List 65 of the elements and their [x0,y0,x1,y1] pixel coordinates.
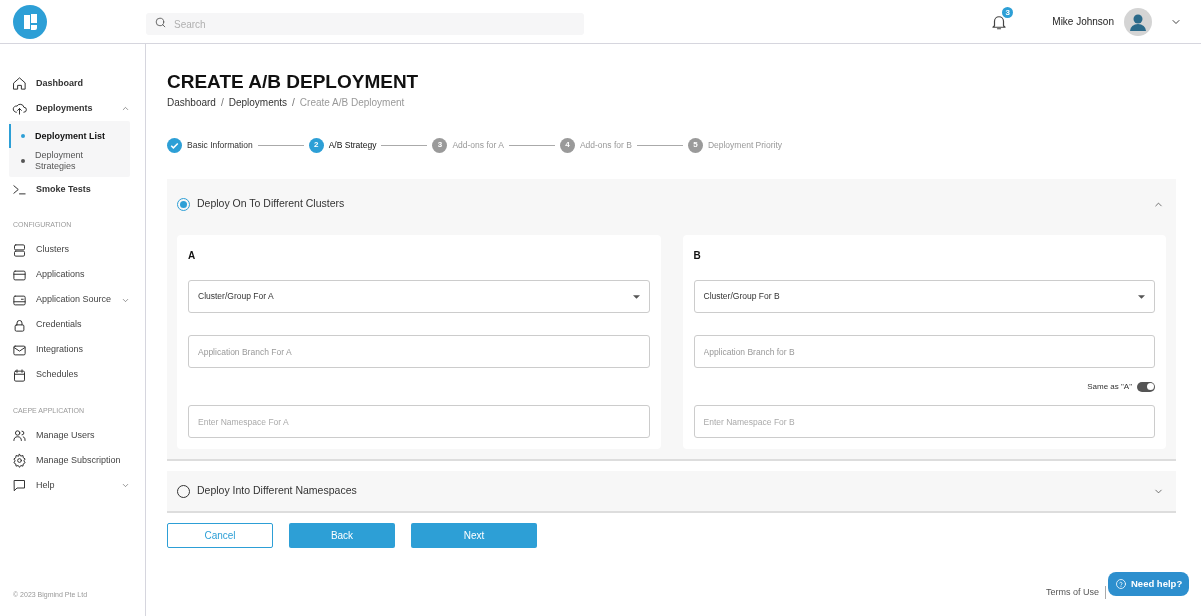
card-heading: A [188,249,197,263]
cluster-select[interactable]: Cluster/Group For B [693,280,1155,313]
sidebar-item[interactable]: Deployments [9,96,130,121]
sidebar-item[interactable]: Applications [9,262,130,288]
option-label[interactable]: Deploy Into Different Namespaces [197,483,357,499]
breadcrumb-link[interactable]: Deployments [228,95,288,110]
submenu-item[interactable]: Deployment Strategies [9,148,130,174]
sidebar-item[interactable]: Application Source [9,287,130,313]
search-icon [154,15,167,29]
sidebar-item[interactable]: Schedules [9,362,130,388]
sidebar-item[interactable]: Smoke Tests [9,177,130,202]
sidebar-item[interactable]: Clusters [9,237,130,263]
search-field[interactable]: Search [146,13,584,35]
step-label: Add-ons for B [579,138,632,152]
step-label: Deployment Priority [707,138,783,152]
footer-link[interactable]: Terms of Use [1046,585,1106,599]
step-number: 5 [687,137,703,153]
sidebar-item[interactable]: Help [9,473,130,498]
home-icon [12,76,27,91]
logo-icon[interactable] [13,4,47,39]
sidebar-item[interactable]: Dashboard [9,71,130,96]
chat-icon [12,478,27,493]
terminal-icon [12,182,27,197]
namespace-field[interactable]: Enter Namespace For A [188,405,650,438]
toggle-label: Same as "A" [1087,380,1132,393]
dropdown-caret-icon [632,294,640,299]
step-number: 4 [559,137,575,153]
dropdown-caret-icon [1138,294,1145,299]
calendar-icon [12,367,27,383]
card-icon [12,267,27,283]
step-label: Add-ons for A [452,138,504,152]
toggle-switch[interactable] [1137,381,1155,392]
step-label: Basic Information [187,138,253,152]
cloud-upload-icon [12,101,27,116]
sidebar-item[interactable]: Credentials [9,312,130,338]
breadcrumb-separator: / [220,96,224,110]
lock-icon [12,317,27,333]
step-number: 3 [432,137,448,153]
sidebar-item[interactable]: Manage Users [9,423,130,448]
step-label: A/B Strategy [328,138,377,152]
submenu-item[interactable]: Deployment List [9,124,130,148]
breadcrumb-separator: / [292,96,295,110]
user-name[interactable]: Mike Johnson [1052,14,1114,29]
branch-field[interactable]: Application Branch for B [693,335,1155,368]
help-button[interactable]: Need help? [1108,572,1190,596]
option-label[interactable]: Deploy On To Different Clusters [197,196,345,212]
cluster-select[interactable]: Cluster/Group For A [188,280,650,313]
sidebar-item[interactable]: Manage Subscription [9,448,130,473]
namespace-field[interactable]: Enter Namespace For B [693,405,1155,438]
branch-field[interactable]: Application Branch For A [188,335,650,368]
breadcrumb-link[interactable]: Dashboard [167,95,216,110]
sidebar-item[interactable]: Integrations [9,337,130,363]
users-icon [12,428,27,443]
step-number: 2 [308,137,324,153]
card-heading: B [693,249,702,263]
page-title: CREATE A/B DEPLOYMENT [167,71,420,93]
chevron-up-icon [121,104,130,113]
mail-icon [12,342,27,358]
drive-icon [12,292,27,308]
chevron-down-icon [121,481,130,490]
avatar-icon[interactable] [1124,7,1152,36]
settings-icon [12,453,27,468]
help-icon [1115,578,1127,590]
server-icon [12,242,27,258]
notification-badge: 3 [1002,6,1014,18]
